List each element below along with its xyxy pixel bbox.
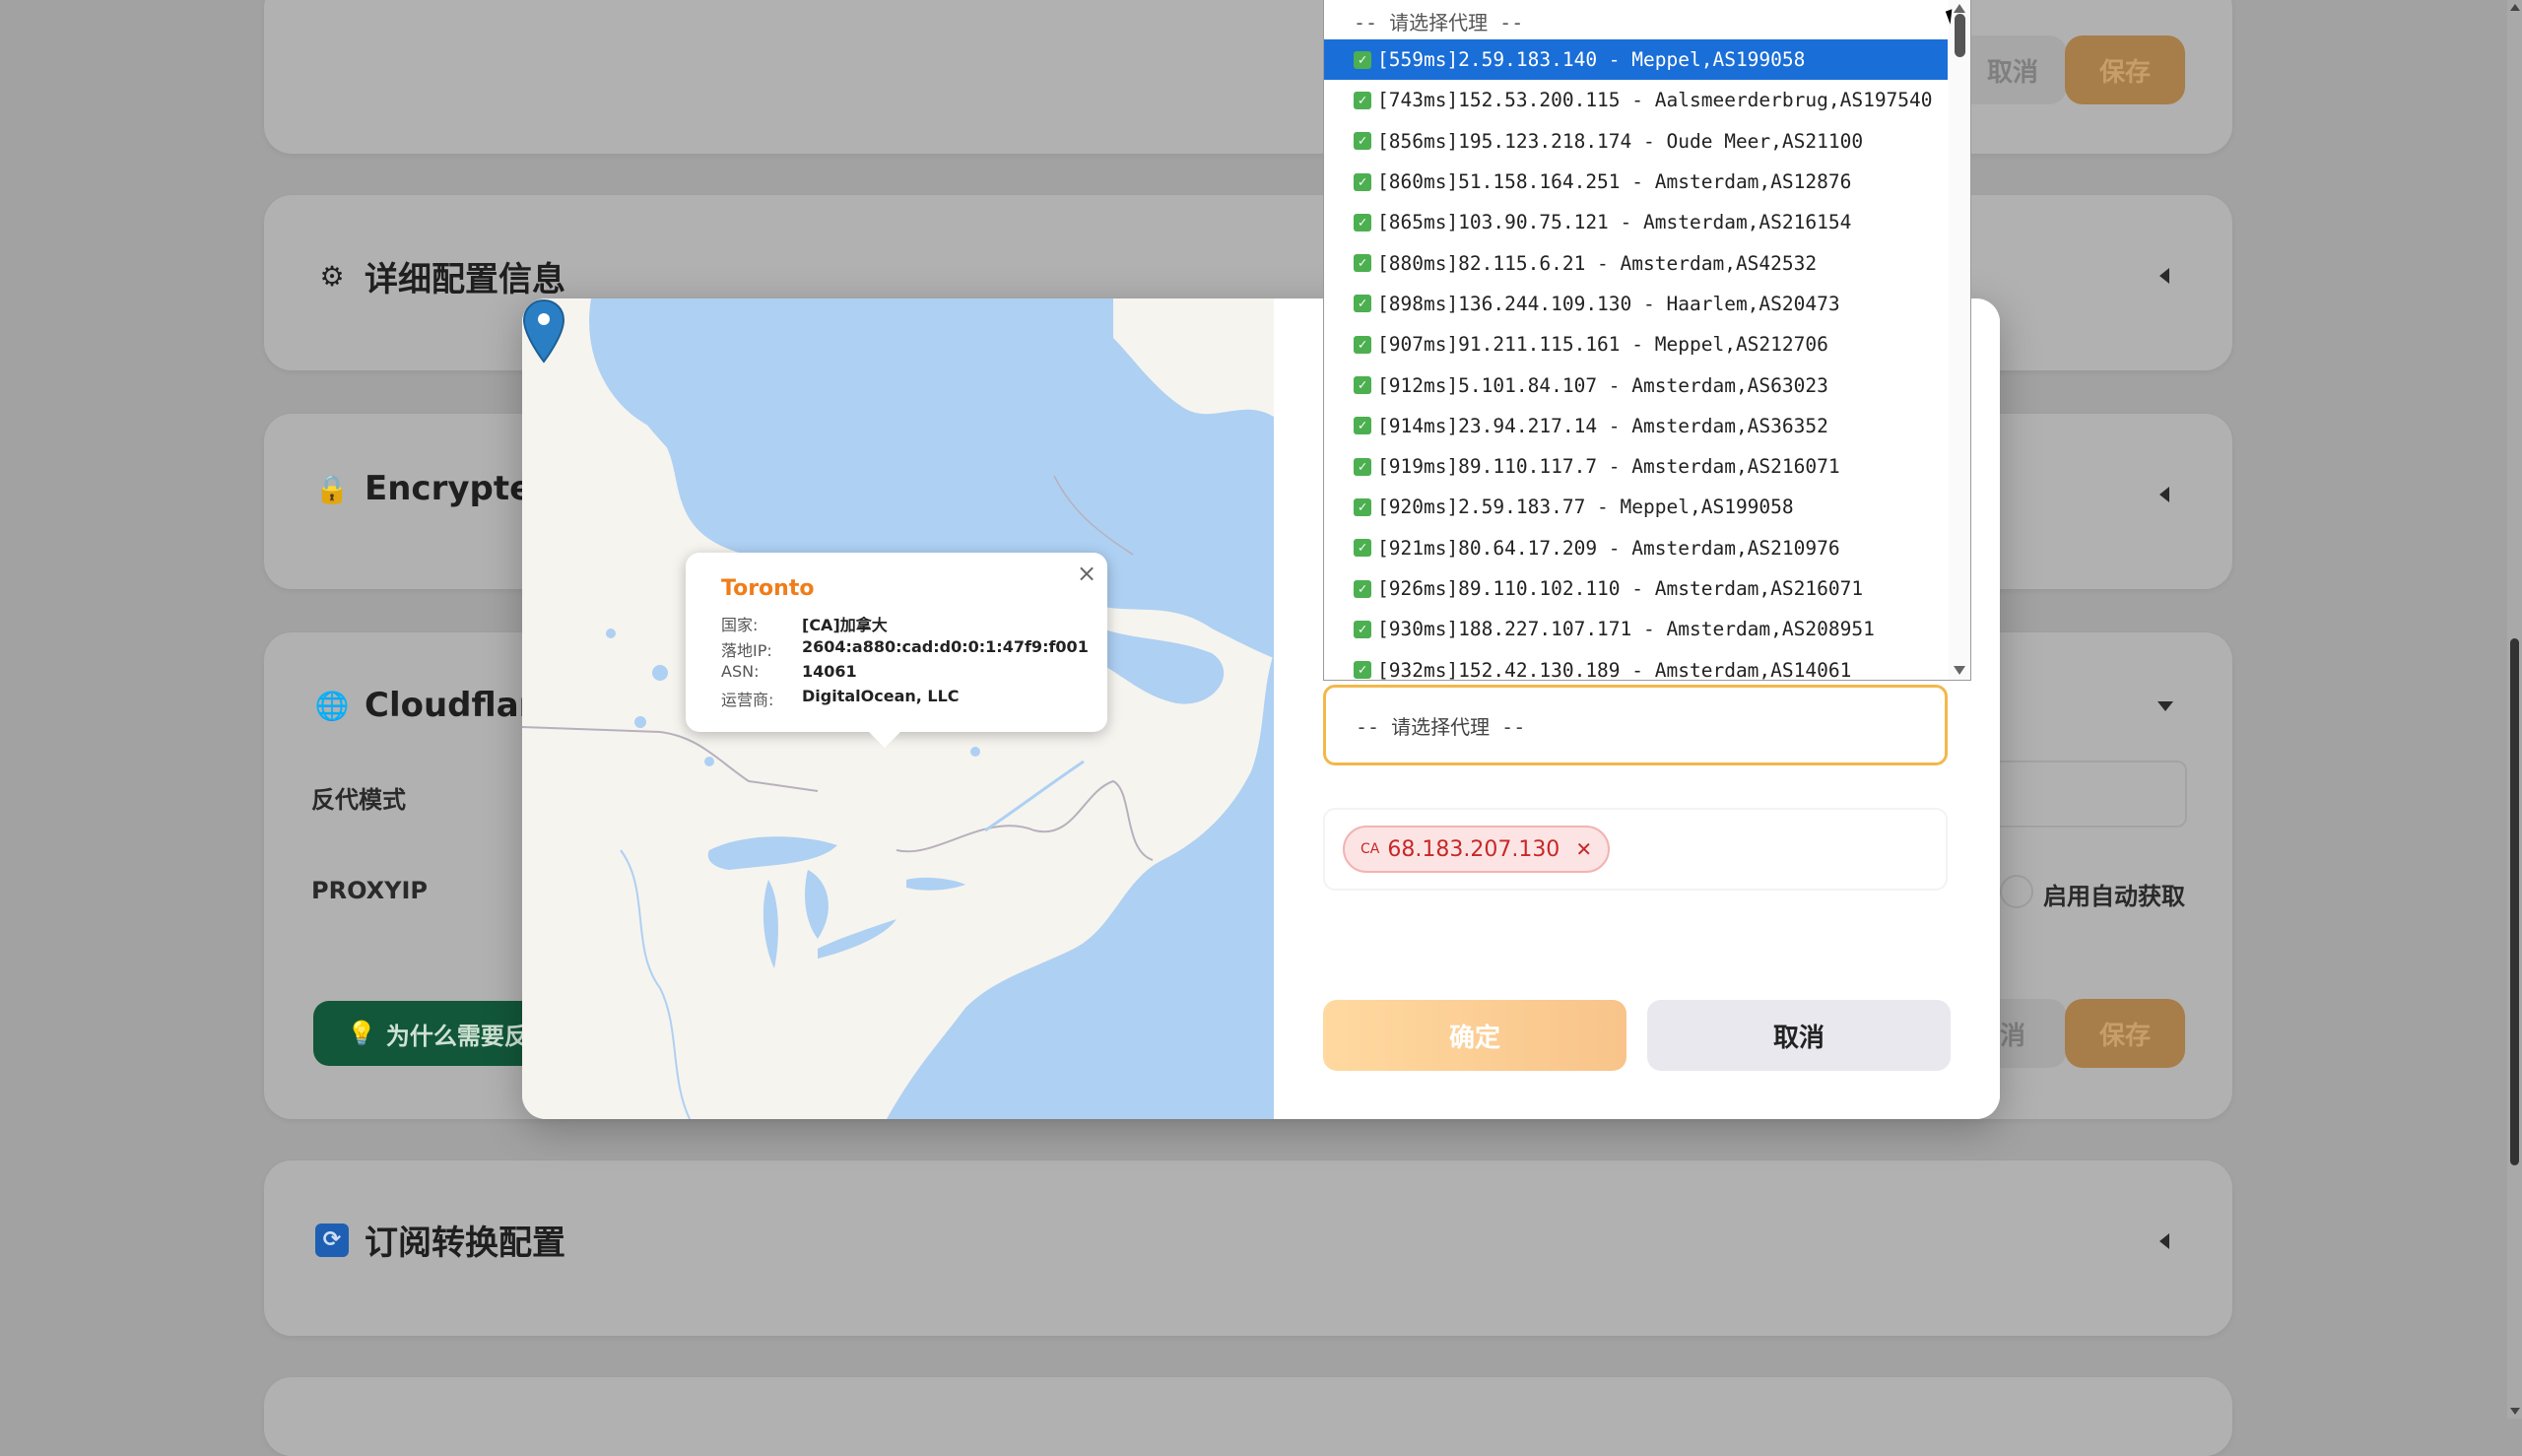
- dropdown-scrollbar[interactable]: [1949, 0, 1970, 680]
- collapse-caret-icon[interactable]: [2159, 1233, 2169, 1249]
- expand-caret-icon[interactable]: [2157, 701, 2173, 711]
- scroll-up-icon[interactable]: [2510, 4, 2520, 11]
- checkbox-checked-icon: ✓: [1354, 376, 1371, 395]
- dropdown-option[interactable]: ✓ [921ms]80.64.17.209 - Amsterdam,AS21097…: [1324, 528, 1948, 568]
- dropdown-option-label: [856ms]195.123.218.174 - Oude Meer,AS211…: [1377, 129, 1864, 153]
- dropdown-option-label: [907ms]91.211.115.161 - Meppel,AS212706: [1377, 333, 1828, 357]
- checkbox-checked-icon: ✓: [1354, 579, 1371, 598]
- dropdown-option[interactable]: ✓ [920ms]2.59.183.77 - Meppel,AS199058: [1324, 487, 1948, 527]
- tag-ip: 68.183.207.130: [1387, 836, 1560, 862]
- selected-proxy-tag: CA 68.183.207.130 ✕: [1343, 826, 1611, 873]
- dropdown-option-label: [921ms]80.64.17.209 - Amsterdam,AS210976: [1377, 536, 1840, 560]
- checkbox-checked-icon: ✓: [1354, 50, 1371, 69]
- checkbox-checked-icon: ✓: [1354, 661, 1371, 680]
- lightbulb-icon: 💡: [347, 1020, 376, 1047]
- dropdown-option-label: [930ms]188.227.107.171 - Amsterdam,AS208…: [1377, 618, 1875, 641]
- checkbox-checked-icon: ✓: [1354, 213, 1371, 232]
- dropdown-option[interactable]: ✓ [926ms]89.110.102.110 - Amsterdam,AS216…: [1324, 568, 1948, 609]
- close-icon[interactable]: ×: [1074, 561, 1099, 586]
- scrollbar-thumb[interactable]: [2510, 638, 2519, 1165]
- dropdown-option[interactable]: ✓ [932ms]152.42.130.189 - Amsterdam,AS140…: [1324, 649, 1948, 681]
- collapse-caret-icon[interactable]: [2159, 487, 2169, 502]
- checkbox-checked-icon: ✓: [1354, 295, 1371, 313]
- dropdown-option-label: [898ms]136.244.109.130 - Haarlem,AS20473: [1377, 292, 1840, 315]
- selected-proxies-area: CA 68.183.207.130 ✕: [1323, 808, 1948, 891]
- checkbox-checked-icon: ✓: [1354, 132, 1371, 151]
- proxy-dropdown-list[interactable]: -- 请选择代理 -- ✓ [559ms]2.59.183.140 - Meppe…: [1323, 0, 1971, 681]
- remove-tag-icon[interactable]: ✕: [1575, 837, 1592, 861]
- reverse-mode-input[interactable]: [1968, 761, 2187, 827]
- dropdown-option[interactable]: ✓ [919ms]89.110.117.7 - Amsterdam,AS21607…: [1324, 446, 1948, 487]
- dropdown-placeholder-option[interactable]: -- 请选择代理 --: [1354, 7, 1523, 35]
- dropdown-option-label: [932ms]152.42.130.189 - Amsterdam,AS1406…: [1377, 658, 1852, 681]
- auto-fetch-label: 启用自动获取: [2043, 883, 2185, 910]
- popup-row-isp: 运营商: DigitalOcean, LLC: [721, 687, 960, 709]
- subscription-card[interactable]: ⟳ 订阅转换配置: [264, 1160, 2232, 1336]
- top-cancel-button[interactable]: 取消: [1958, 35, 2067, 104]
- dropdown-option-label: [880ms]82.115.6.21 - Amsterdam,AS42532: [1377, 251, 1818, 275]
- globe-icon: 🌐: [314, 689, 350, 722]
- dropdown-option[interactable]: ✓ [865ms]103.90.75.121 - Amsterdam,AS2161…: [1324, 202, 1948, 242]
- dropdown-option-label: [914ms]23.94.217.14 - Amsterdam,AS36352: [1377, 414, 1828, 437]
- dropdown-option-label: [912ms]5.101.84.107 - Amsterdam,AS63023: [1377, 373, 1828, 397]
- dropdown-option-label: [919ms]89.110.117.7 - Amsterdam,AS216071: [1377, 455, 1840, 479]
- tag-country: CA: [1361, 841, 1380, 857]
- reverse-mode-label: 反代模式: [311, 786, 406, 814]
- refresh-icon: ⟳: [315, 1223, 349, 1257]
- page-scrollbar[interactable]: [2507, 0, 2522, 1419]
- top-save-button[interactable]: 保存: [2065, 35, 2185, 104]
- dropdown-option[interactable]: ✓ [559ms]2.59.183.140 - Meppel,AS199058: [1324, 39, 1948, 81]
- cloudflare-save-button[interactable]: 保存: [2065, 999, 2185, 1068]
- dropdown-option[interactable]: ✓ [898ms]136.244.109.130 - Haarlem,AS2047…: [1324, 284, 1948, 324]
- proxy-select[interactable]: -- 请选择代理 --: [1323, 685, 1948, 765]
- dropdown-option-label: [926ms]89.110.102.110 - Amsterdam,AS2160…: [1377, 577, 1864, 600]
- dropdown-option[interactable]: ✓ [907ms]91.211.115.161 - Meppel,AS212706: [1324, 324, 1948, 364]
- checkbox-checked-icon: ✓: [1354, 620, 1371, 638]
- dropdown-option[interactable]: ✓ [912ms]5.101.84.107 - Amsterdam,AS63023: [1324, 364, 1948, 405]
- proxyip-label: PROXYIP: [311, 877, 429, 904]
- checkbox-checked-icon: ✓: [1354, 539, 1371, 558]
- checkbox-checked-icon: ✓: [1354, 497, 1371, 516]
- subscription-title: 订阅转换配置: [365, 1224, 565, 1263]
- checkbox-checked-icon: ✓: [1354, 335, 1371, 354]
- dropdown-option-label: [865ms]103.90.75.121 - Amsterdam,AS21615…: [1377, 211, 1852, 234]
- dropdown-option[interactable]: ✓ [860ms]51.158.164.251 - Amsterdam,AS128…: [1324, 162, 1948, 202]
- popup-row-ip: 落地IP: 2604:a880:cad:d0:0:1:47f9:f001: [721, 637, 1089, 660]
- dropdown-option-label: [920ms]2.59.183.77 - Meppel,AS199058: [1377, 496, 1794, 519]
- checkbox-checked-icon: ✓: [1354, 417, 1371, 435]
- dropdown-option-label: [743ms]152.53.200.115 - Aalsmeerderbrug,…: [1377, 89, 1933, 112]
- popup-row-asn: ASN: 14061: [721, 662, 857, 681]
- location-map[interactable]: Toronto × 国家: [CA]加拿大 落地IP: 2604:a880:ca…: [522, 298, 1274, 1119]
- dropdown-options: ✓ [559ms]2.59.183.140 - Meppel,AS199058 ✓ […: [1324, 39, 1948, 681]
- confirm-button[interactable]: 确定: [1323, 1000, 1626, 1071]
- bottom-card: [264, 1377, 2232, 1456]
- map-marker-icon[interactable]: [522, 298, 565, 364]
- checkbox-checked-icon: ✓: [1354, 172, 1371, 191]
- location-popup: Toronto × 国家: [CA]加拿大 落地IP: 2604:a880:ca…: [686, 553, 1107, 748]
- why-reverse-proxy-button[interactable]: 💡 为什么需要反: [313, 1001, 540, 1066]
- scroll-down-icon[interactable]: [2510, 1408, 2520, 1415]
- popup-city: Toronto: [721, 576, 815, 601]
- scroll-down-icon[interactable]: [1954, 666, 1965, 675]
- lock-icon: 🔒: [314, 472, 350, 505]
- checkbox-checked-icon: ✓: [1354, 457, 1371, 476]
- checkbox-checked-icon: ✓: [1354, 254, 1371, 273]
- auto-fetch-toggle[interactable]: [2000, 875, 2033, 908]
- popup-row-country: 国家: [CA]加拿大: [721, 616, 888, 634]
- scroll-up-icon[interactable]: [1954, 4, 1965, 13]
- checkbox-checked-icon: ✓: [1354, 91, 1371, 109]
- dropdown-option-label: [559ms]2.59.183.140 - Meppel,AS199058: [1377, 48, 1806, 72]
- detail-config-title: 详细配置信息: [365, 260, 565, 299]
- dropdown-option[interactable]: ✓ [930ms]188.227.107.171 - Amsterdam,AS20…: [1324, 609, 1948, 649]
- dropdown-option[interactable]: ✓ [914ms]23.94.217.14 - Amsterdam,AS36352: [1324, 406, 1948, 446]
- dropdown-option[interactable]: ✓ [743ms]152.53.200.115 - Aalsmeerderbrug…: [1324, 80, 1948, 120]
- dropdown-option[interactable]: ✓ [880ms]82.115.6.21 - Amsterdam,AS42532: [1324, 242, 1948, 283]
- dropdown-option[interactable]: ✓ [856ms]195.123.218.174 - Oude Meer,AS21…: [1324, 121, 1948, 162]
- dropdown-option-label: [860ms]51.158.164.251 - Amsterdam,AS1287…: [1377, 170, 1852, 194]
- collapse-caret-icon[interactable]: [2159, 268, 2169, 284]
- gear-icon: ⚙: [319, 260, 345, 293]
- cancel-button[interactable]: 取消: [1647, 1000, 1951, 1071]
